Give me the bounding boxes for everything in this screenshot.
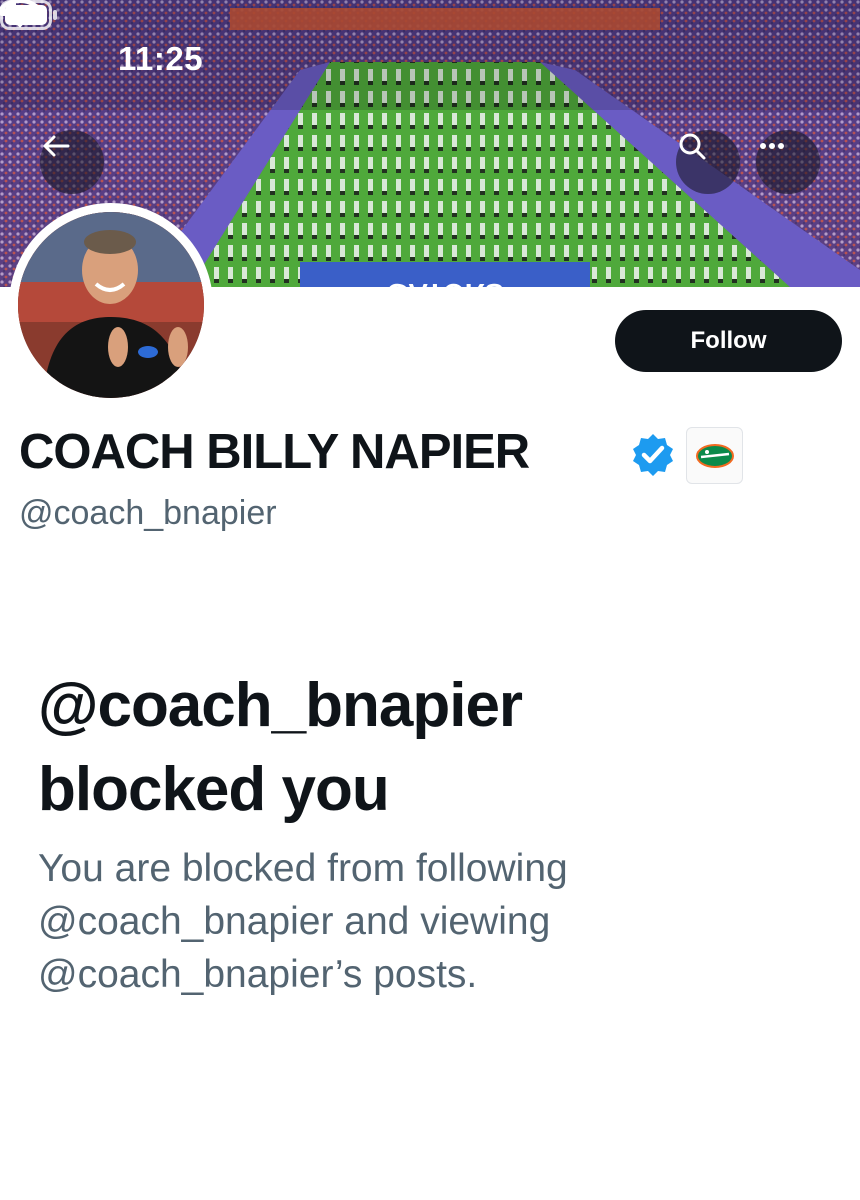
avatar[interactable] — [9, 203, 213, 407]
blocked-title-line: blocked you — [38, 755, 390, 824]
blocked-title: @coach_bnapier blocked you — [38, 664, 798, 832]
blocked-description: You are blocked from following @coach_bn… — [38, 842, 798, 1001]
avatar-photo — [18, 212, 204, 398]
blocked-description-line: @coach_bnapier and viewing — [38, 900, 551, 943]
affiliate-badge[interactable] — [686, 427, 743, 484]
follow-button[interactable]: Follow — [615, 310, 842, 372]
back-arrow-icon — [43, 135, 70, 157]
back-button[interactable] — [40, 130, 104, 194]
display-name: COACH BILLY NAPIER — [19, 425, 530, 479]
verified-badge-icon — [633, 434, 673, 476]
profile-handle: @coach_bnapier — [19, 494, 277, 532]
search-icon — [679, 133, 706, 160]
blocked-title-line: @coach_bnapier — [38, 671, 523, 740]
battery-icon — [0, 0, 57, 30]
more-icon — [760, 143, 784, 149]
status-time: 11:25 — [118, 40, 204, 77]
more-options-button[interactable] — [756, 130, 820, 194]
blocked-description-line: @coach_bnapier’s posts. — [38, 953, 478, 996]
blocked-description-line: You are blocked from following — [38, 847, 568, 890]
svg-text:GATORS: GATORS — [386, 278, 503, 287]
gator-logo-icon — [695, 443, 734, 468]
status-bar: 11:25 — [0, 0, 860, 120]
search-button[interactable] — [676, 130, 740, 194]
